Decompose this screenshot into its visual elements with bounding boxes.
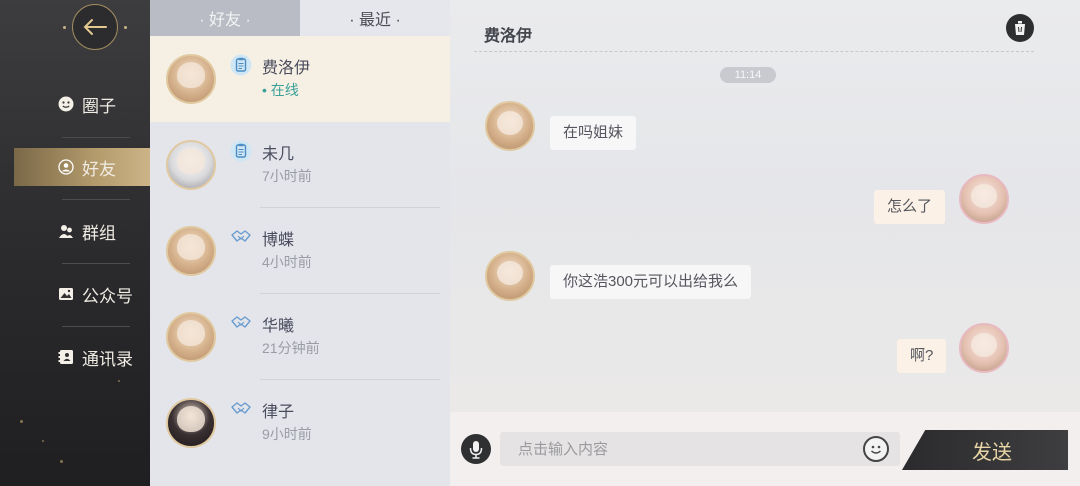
contact-item[interactable]: 律子 9小时前 <box>150 380 450 466</box>
avatar <box>485 251 535 301</box>
chat-header: 费洛伊 <box>474 0 1034 52</box>
rail-item-label: 通讯录 <box>82 349 133 369</box>
group-icon <box>59 225 73 238</box>
handshake-icon <box>231 316 251 328</box>
message-bubble: 在吗姐妹 <box>550 116 637 150</box>
avatar <box>166 398 216 448</box>
smiley-icon <box>58 96 74 112</box>
avatar <box>959 174 1009 224</box>
message-bubble: 怎么了 <box>874 190 946 224</box>
divider <box>62 199 130 200</box>
contact-name: 博蝶 <box>262 232 295 249</box>
handshake-icon <box>231 230 251 242</box>
sparkle-decoration <box>60 460 63 463</box>
message-bubble: 啊? <box>897 339 947 373</box>
rail-item-official-accounts[interactable]: 公众号 <box>14 275 150 313</box>
tab-friends[interactable]: · 好友 · <box>150 0 300 36</box>
contact-item[interactable]: 费洛伊 • 在线 <box>150 36 450 122</box>
clipboard-icon <box>230 54 252 76</box>
contact-status: 4小时前 <box>262 254 312 270</box>
rail-item-friends[interactable]: 好友 <box>14 148 150 186</box>
voice-input-button[interactable] <box>461 434 491 464</box>
rail-item-groups[interactable]: 群组 <box>14 212 150 250</box>
list-tabs: · 好友 · · 最近 · <box>150 0 450 36</box>
contact-name: 未几 <box>262 146 295 163</box>
contact-item[interactable]: 华曦 21分钟前 <box>150 294 450 380</box>
contact-name: 华曦 <box>262 318 295 335</box>
contact-name: 费洛伊 <box>262 60 311 77</box>
rail-item-circles[interactable]: 圈子 <box>14 85 150 123</box>
sparkle-decoration <box>42 440 44 442</box>
divider <box>62 137 130 138</box>
rail-item-label: 好友 <box>82 159 116 179</box>
contact-status: 21分钟前 <box>262 340 320 356</box>
avatar <box>166 226 216 276</box>
side-navigation: 圈子 好友 群组 公众号 通讯录 <box>0 0 150 486</box>
chat-panel: 费洛伊 11:14 在吗姐妹 怎么了 你这浩300元可以出给我么 啊? 点击输入… <box>450 0 1080 486</box>
avatar <box>959 323 1009 373</box>
avatar <box>166 54 216 104</box>
contact-item[interactable]: 博蝶 4小时前 <box>150 208 450 294</box>
contacts-icon <box>58 350 73 364</box>
contact-name: 律子 <box>262 404 295 421</box>
contact-status: 7小时前 <box>262 168 312 184</box>
contact-status: 9小时前 <box>262 426 312 442</box>
picture-icon <box>59 288 73 300</box>
avatar <box>166 312 216 362</box>
friend-icon <box>58 159 74 175</box>
sparkle-decoration <box>20 420 23 423</box>
contact-item[interactable]: 未几 7小时前 <box>150 122 450 208</box>
rail-item-label: 群组 <box>82 223 116 243</box>
message-composer: 发送 <box>450 412 1080 486</box>
contact-status: • 在线 <box>262 82 299 98</box>
rail-item-label: 圈子 <box>82 96 116 116</box>
divider <box>62 263 130 264</box>
rail-item-contacts[interactable]: 通讯录 <box>14 338 150 376</box>
chat-title: 费洛伊 <box>484 28 533 45</box>
emoji-button[interactable] <box>863 436 889 462</box>
tab-recent[interactable]: · 最近 · <box>300 0 450 36</box>
back-button[interactable] <box>63 4 127 50</box>
rail-item-label: 公众号 <box>82 286 133 306</box>
friend-list-panel: · 好友 · · 最近 · 费洛伊 • 在线 未几 7小时前 博蝶 4小时前 华… <box>150 0 450 486</box>
handshake-icon <box>231 402 251 414</box>
message-input[interactable] <box>500 432 900 466</box>
timestamp: 11:14 <box>720 67 776 83</box>
clipboard-icon <box>230 140 252 162</box>
sparkle-decoration <box>118 380 120 382</box>
microphone-icon <box>469 441 483 459</box>
trash-icon <box>1015 21 1025 35</box>
clear-chat-button[interactable] <box>1006 14 1034 42</box>
avatar <box>166 140 216 190</box>
send-button[interactable]: 发送 <box>902 430 1068 470</box>
divider <box>62 326 130 327</box>
message-bubble: 你这浩300元可以出给我么 <box>550 265 752 299</box>
avatar <box>485 101 535 151</box>
smiley-icon <box>871 445 881 454</box>
arrow-left-icon <box>83 19 107 35</box>
